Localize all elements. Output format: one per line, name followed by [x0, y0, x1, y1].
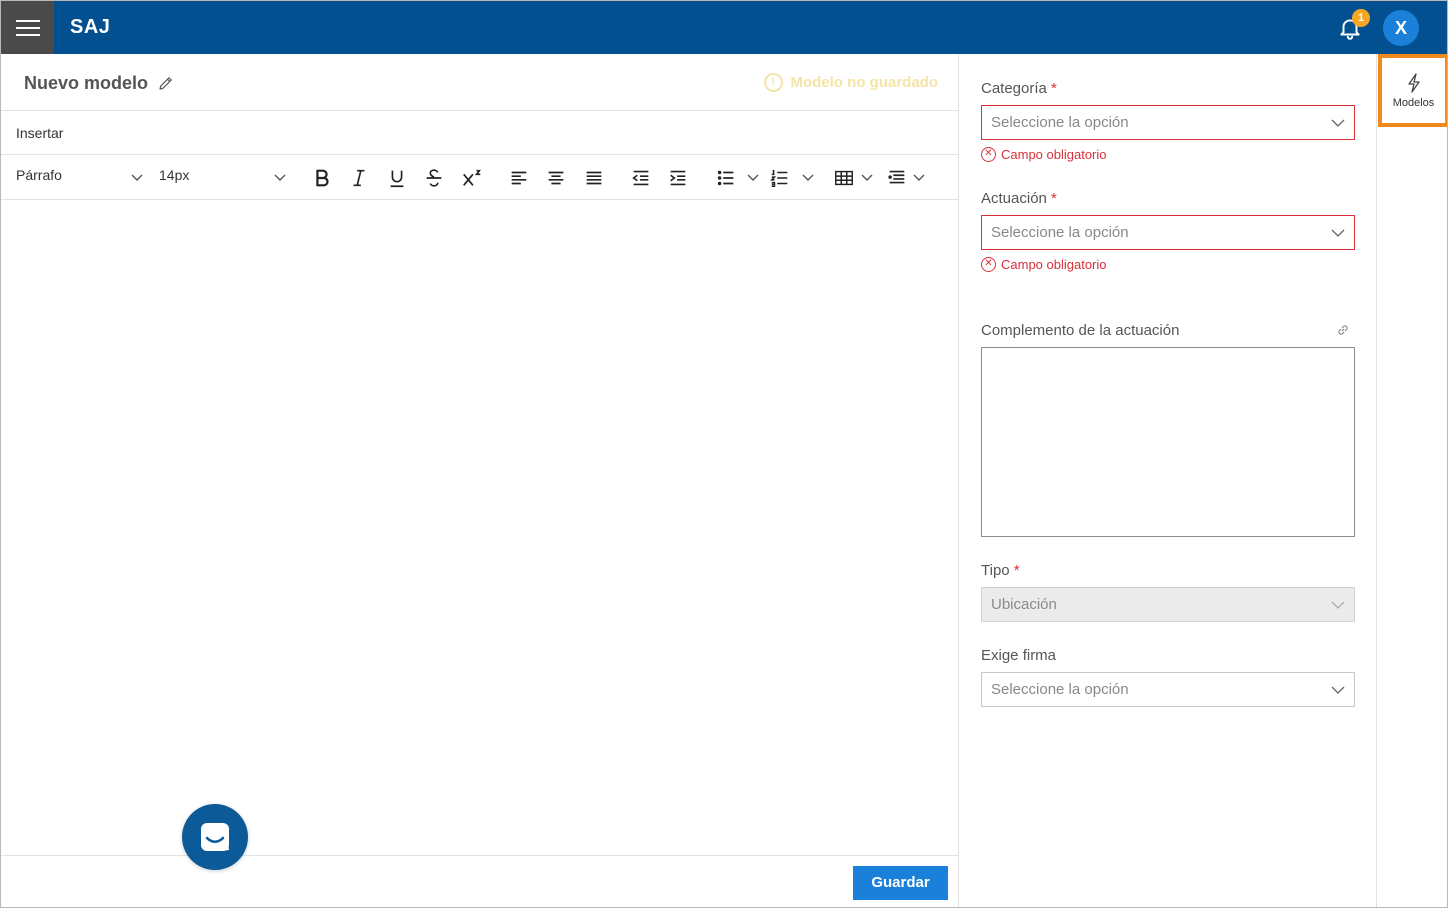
categoria-error: ✕ Campo obligatorio [981, 147, 1107, 162]
bullet-list-icon [717, 170, 734, 186]
chevron-down-icon [1331, 119, 1345, 127]
models-tab[interactable]: Modelos [1378, 54, 1447, 127]
align-justify-button[interactable] [582, 166, 606, 190]
categoria-required-mark: * [1051, 80, 1057, 97]
bullet-list-button[interactable] [714, 166, 738, 190]
brand-logo[interactable]: SAJ [70, 16, 110, 39]
editor-footer: Guardar [1, 855, 958, 907]
categoria-label-text: Categoría [981, 80, 1047, 97]
table-button[interactable] [832, 166, 856, 190]
top-bar: SAJ 1 X [1, 1, 1447, 54]
underline-button[interactable] [385, 166, 409, 190]
chevron-down-icon [1331, 601, 1345, 609]
chevron-down-icon [1331, 229, 1345, 237]
paragraph-style-select[interactable]: Párrafo [16, 167, 62, 183]
tipo-required-mark: * [1013, 562, 1020, 579]
superscript-button[interactable] [460, 166, 484, 190]
app-window: SAJ 1 X Nuevo modelo ! Modelo no guardad… [0, 0, 1448, 908]
menu-insert[interactable]: Insertar [16, 125, 63, 141]
line-height-button[interactable] [885, 166, 909, 190]
paragraph-chevron-down-icon[interactable] [130, 170, 144, 184]
actuacion-error: ✕ Campo obligatorio [981, 257, 1107, 272]
table-chevron-down-icon[interactable] [860, 170, 874, 184]
table-icon [835, 170, 853, 186]
editor-pane: Nuevo modelo ! Modelo no guardado Insert… [1, 54, 959, 907]
outdent-button[interactable] [629, 166, 653, 190]
bullet-list-chevron-down-icon[interactable] [746, 170, 760, 184]
exige-firma-select[interactable]: Seleccione la opción [981, 672, 1355, 707]
categoria-error-text: Campo obligatorio [1001, 147, 1107, 162]
align-justify-icon [586, 171, 602, 185]
chevron-down-icon [1331, 686, 1345, 694]
tipo-label: Tipo * [981, 562, 1020, 579]
exige-firma-label: Exige firma [981, 647, 1057, 664]
numbered-list-button[interactable] [768, 166, 792, 190]
models-tab-label: Modelos [1392, 96, 1435, 109]
unsaved-status-text: Modelo no guardado [790, 74, 939, 91]
editor-toolbar: Párrafo 14px [1, 155, 958, 200]
align-center-icon [548, 171, 564, 185]
indent-icon [670, 170, 686, 186]
unsaved-status: ! Modelo no guardado [763, 73, 939, 92]
lightning-icon [1407, 72, 1420, 93]
font-size-select[interactable]: 14px [159, 167, 189, 183]
numbered-list-icon [769, 169, 788, 187]
italic-button[interactable] [347, 166, 371, 190]
categoria-select[interactable]: Seleccione la opción [981, 105, 1355, 140]
indent-button[interactable] [666, 166, 690, 190]
tipo-label-text: Tipo [981, 562, 1010, 579]
right-sidebar: Modelos [1378, 54, 1447, 907]
chat-icon [201, 823, 229, 851]
user-avatar[interactable]: X [1383, 10, 1419, 46]
font-size-chevron-down-icon[interactable] [273, 170, 287, 184]
notification-badge: 1 [1352, 9, 1370, 27]
line-height-chevron-down-icon[interactable] [912, 170, 926, 184]
complemento-label: Complemento de la actuación [981, 322, 1180, 339]
document-header: Nuevo modelo ! Modelo no guardado [1, 54, 958, 111]
bold-icon [316, 169, 329, 187]
model-properties-panel: Categoría * Seleccione la opción ✕ Campo… [960, 54, 1377, 907]
chat-support-button[interactable] [182, 804, 248, 870]
underline-icon [390, 170, 404, 188]
font-size-value: 14px [159, 167, 190, 183]
document-title: Nuevo modelo [24, 73, 149, 93]
tipo-select: Ubicación [981, 587, 1355, 622]
exige-firma-placeholder: Seleccione la opción [991, 681, 1129, 698]
align-left-button[interactable] [507, 166, 531, 190]
strikethrough-button[interactable] [422, 166, 446, 190]
line-height-icon [888, 170, 905, 184]
error-x-icon: ✕ [981, 147, 996, 162]
align-left-icon [511, 171, 527, 185]
actuacion-select[interactable]: Seleccione la opción [981, 215, 1355, 250]
actuacion-error-text: Campo obligatorio [1001, 257, 1107, 272]
editor-content-area[interactable] [1, 200, 958, 855]
superscript-icon [463, 169, 481, 186]
save-button[interactable]: Guardar [853, 866, 948, 900]
complemento-textarea[interactable] [981, 347, 1355, 537]
categoria-placeholder: Seleccione la opción [991, 114, 1129, 131]
outdent-icon [632, 170, 649, 186]
warning-icon: ! [763, 73, 783, 92]
link-icon[interactable] [1336, 323, 1350, 337]
error-x-icon: ✕ [981, 257, 996, 272]
numbered-list-chevron-down-icon[interactable] [801, 170, 815, 184]
actuacion-placeholder: Seleccione la opción [991, 224, 1129, 241]
categoria-label: Categoría * [981, 80, 1057, 97]
editor-menu-bar: Insertar [1, 111, 958, 155]
strikethrough-icon [426, 169, 442, 187]
edit-title-pencil-icon[interactable] [157, 74, 175, 92]
align-center-button[interactable] [544, 166, 568, 190]
tipo-value: Ubicación [991, 596, 1057, 613]
actuacion-required-mark: * [1051, 190, 1057, 207]
actuacion-label-text: Actuación [981, 190, 1047, 207]
bold-button[interactable] [310, 166, 334, 190]
paragraph-style-value: Párrafo [16, 167, 62, 183]
actuacion-label: Actuación * [981, 190, 1057, 207]
italic-icon [353, 169, 365, 187]
hamburger-menu-icon[interactable] [1, 1, 54, 54]
